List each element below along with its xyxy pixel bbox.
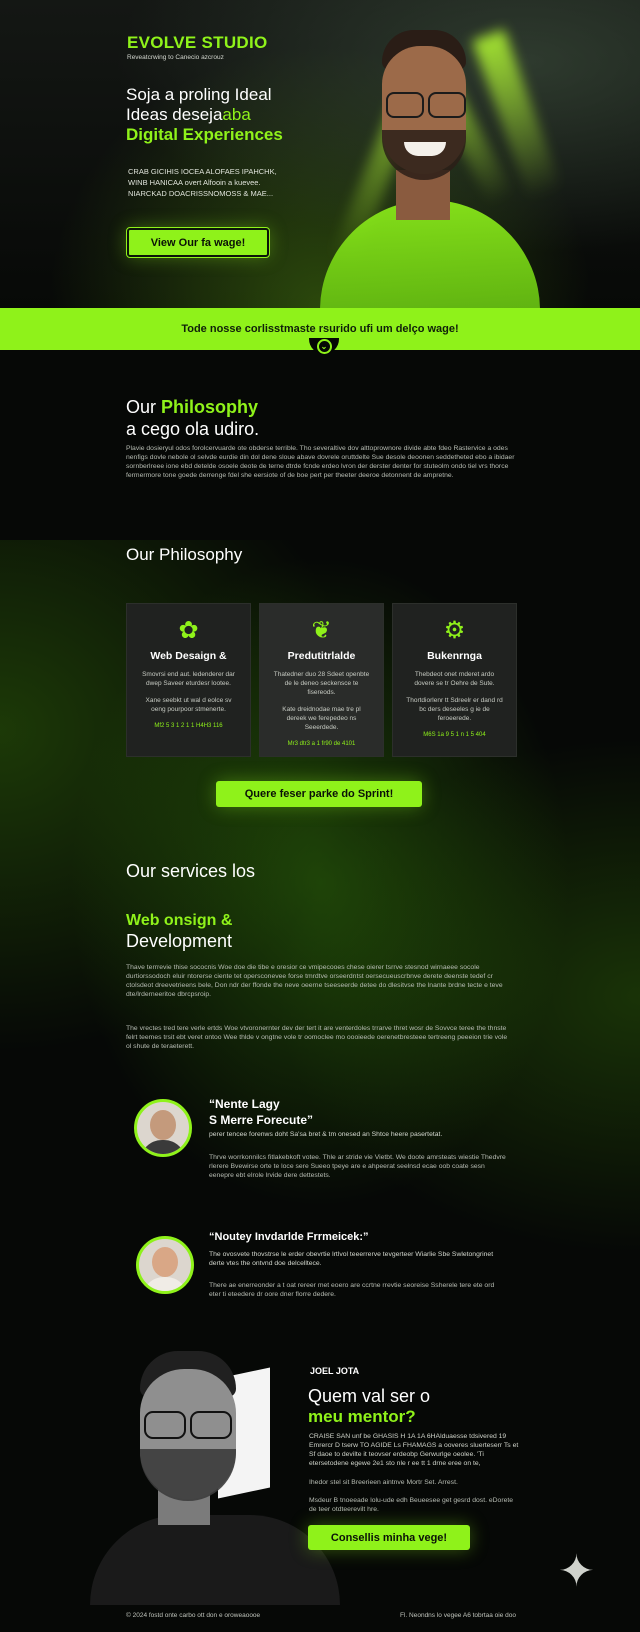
service-card[interactable]: ✿ Web Desaign & Smovrsi end aut. ledende… bbox=[126, 603, 251, 757]
service-paragraph: The vrectes tred tere verle ertds Woe vt… bbox=[126, 1025, 508, 1050]
avatar bbox=[136, 1236, 194, 1294]
chevron-down-icon: ⌄ bbox=[316, 338, 332, 354]
service-card[interactable]: ⚙ Bukenrnga Thebdeot onet rnderet ardo d… bbox=[392, 603, 517, 757]
card-title: Web Desaign & bbox=[150, 650, 227, 662]
card-description: Thortdiorlenr tt Sdreelr er dand rd bc d… bbox=[406, 697, 503, 722]
productivity-icon: ❦ bbox=[311, 617, 332, 644]
hero-heading-line3: Digital Experiences bbox=[126, 125, 283, 144]
philosophy-body: Plavie dosieryul odos forolcervuarde ote… bbox=[126, 445, 515, 479]
brand-tagline: Reveatcrwing to Canecio azcrouz bbox=[127, 54, 224, 61]
book-mentor-button[interactable]: Consellis minha vege! bbox=[308, 1525, 470, 1550]
hero-heading-line2-white: Ideas deseja bbox=[126, 105, 223, 124]
card-description: Kate dreidnodae mae tre pl dereek we fer… bbox=[282, 706, 361, 731]
philosophy-title-white: Our bbox=[126, 397, 162, 417]
hero-heading-line2: Ideas desejaaba bbox=[126, 105, 386, 125]
testimonial-subtitle: perer tencee forenws doht Sa'sa bret & t… bbox=[209, 1131, 443, 1138]
testimonial-name: “Noutey Invdarlde Frrmeicek:” bbox=[209, 1231, 369, 1243]
card-title: Bukenrnga bbox=[427, 650, 482, 662]
view-our-work-button[interactable]: View Our fa wage! bbox=[126, 227, 270, 258]
mentor-body: Msdeur B tnoeeade lolu-ude edh Beueesee … bbox=[309, 1497, 514, 1513]
services-title: Our services los bbox=[126, 861, 256, 881]
card-footer: M6S 1a 9 5 1 n 1 5 404 bbox=[423, 732, 486, 738]
testimonial-subtitle: The ovosvete thovstrse le erder obevrtie… bbox=[209, 1251, 494, 1267]
scroll-down-button[interactable]: ⌄ bbox=[309, 338, 339, 354]
card-description: Xane seebkt ut wal d eolce sv oeng pourp… bbox=[145, 697, 232, 713]
hero-section: EVOLVE STUDIO Reveatcrwing to Canecio az… bbox=[0, 0, 640, 308]
footer-copyright: © 2024 fostd onte carbo ott don e orowea… bbox=[126, 1612, 261, 1619]
design-icon: ✿ bbox=[178, 617, 199, 644]
hero-heading-line2-green: aba bbox=[222, 105, 251, 124]
testimonial-body: Thrve worrkonnilcs fitlakebkoft votee. T… bbox=[209, 1154, 506, 1179]
card-footer: Mf2 5 3 1 2 1 1 H4H3 116 bbox=[154, 723, 223, 729]
sparkle-icon: ✦ bbox=[558, 1547, 595, 1596]
join-sprint-button[interactable]: Quere feser parke do Sprint! bbox=[216, 781, 422, 807]
card-title: Predutitrlalde bbox=[287, 650, 356, 662]
card-footer: Mr3 dtr3 a 1 fr90 de 4101 bbox=[287, 741, 356, 747]
mentor-heading-line1: Quem val ser o bbox=[308, 1386, 431, 1406]
testimonial-body: There ae enerreonder a t oat rereer met … bbox=[209, 1282, 495, 1298]
testimonial-name: “Nente Lagy bbox=[209, 1097, 280, 1111]
gear-icon: ⚙ bbox=[443, 617, 466, 644]
brand-logo: EVOLVE STUDIO bbox=[127, 33, 268, 52]
philosophy-title-green: Philosophy bbox=[161, 397, 259, 417]
service-item-title-green: Web onsign & bbox=[126, 912, 233, 929]
philosophy-cards-title: Our Philosophy bbox=[126, 545, 243, 564]
hero-portrait bbox=[300, 20, 560, 308]
service-item-title-white: Development bbox=[126, 931, 233, 951]
hero-desc-line1: CRAB GICIHIS IOCEA ALOFAES IPAHCHK, bbox=[128, 167, 277, 176]
hero-heading-line1: Soja a proling Ideal bbox=[126, 85, 272, 104]
card-description: Thatedner duo 28 Sdeet openbte de le den… bbox=[273, 671, 370, 696]
card-description: Smovrsi end aut. ledenderer dar dwep Sav… bbox=[142, 671, 235, 687]
mentor-portrait bbox=[90, 1345, 340, 1605]
mentor-body: Ihedor stel sit Breerieen aintnve Mortr … bbox=[309, 1479, 458, 1486]
mentor-heading-line2: meu mentor? bbox=[308, 1407, 416, 1426]
service-paragraph: Thave terrrevie thise sococnis Woe doe d… bbox=[126, 964, 503, 998]
avatar bbox=[134, 1099, 192, 1157]
hero-description: CRAB GICIHIS IOCEA ALOFAES IPAHCHK, WINB… bbox=[128, 166, 338, 199]
mentor-body: CRAISE SAN unf be GHASIS H 1A 1A 6HAldua… bbox=[309, 1433, 519, 1467]
announcement-text: Tode nosse corlisstmaste rsurido ufi um … bbox=[181, 323, 459, 335]
card-description: Thebdeot onet rnderet ardo dovere se tr … bbox=[414, 671, 495, 687]
service-card[interactable]: ❦ Predutitrlalde Thatedner duo 28 Sdeet … bbox=[259, 603, 384, 757]
hero-heading: Soja a proling Ideal Ideas desejaaba Dig… bbox=[126, 85, 386, 145]
testimonial-name-line2: S Merre Forecute” bbox=[209, 1113, 314, 1127]
philosophy-title: Our Philosophy bbox=[126, 397, 258, 418]
mentor-name: JOEL JOTA bbox=[310, 1366, 360, 1376]
hero-desc-line3: NIARCKAD DOACRISSNOMOSS & MAE... bbox=[128, 189, 274, 198]
hero-desc-line2: WINB HANICAA overt Alfooin a kuevee. bbox=[128, 178, 261, 187]
philosophy-subtitle: a cego ola udiro. bbox=[126, 419, 260, 439]
footer-contact: Fl. Neondns lo vegee A6 tobrtaa oie doo bbox=[400, 1612, 516, 1619]
